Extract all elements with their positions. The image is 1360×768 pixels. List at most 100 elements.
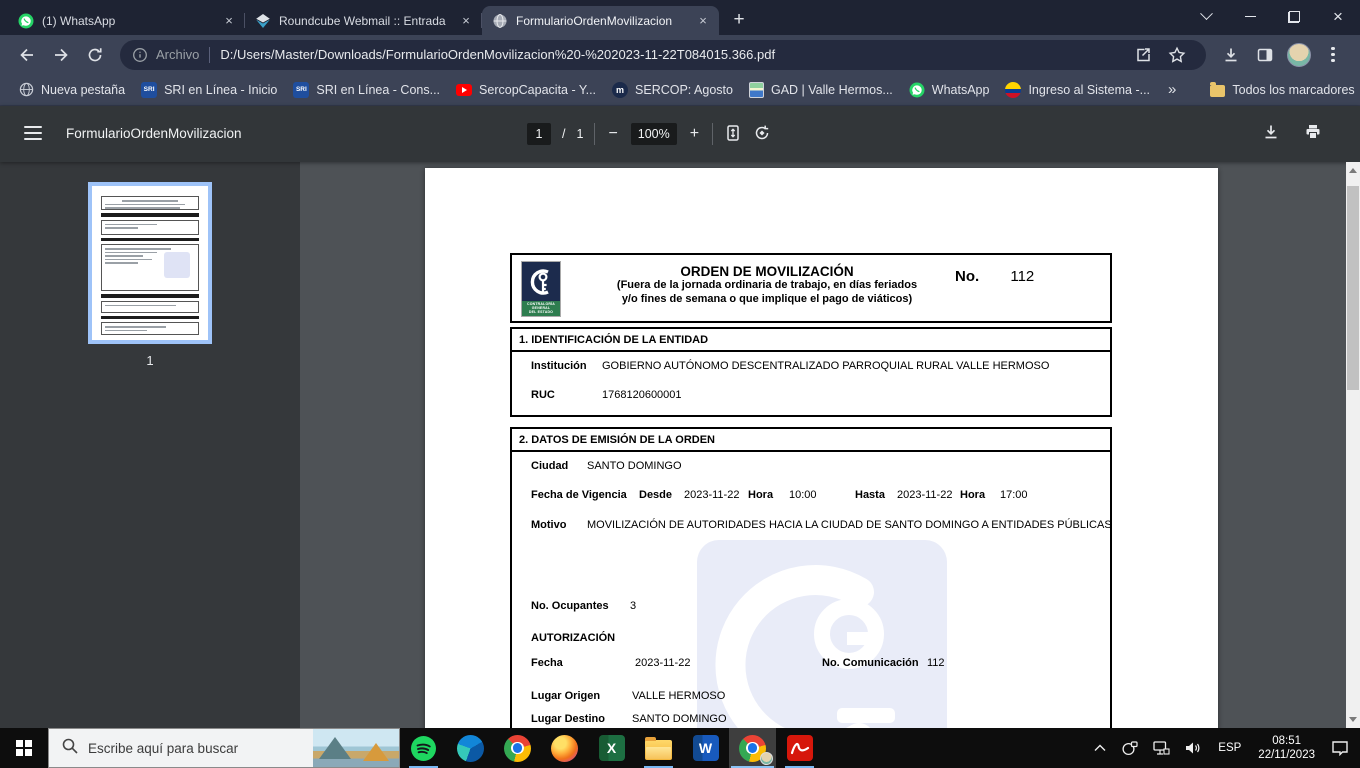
taskbar-word[interactable]: W <box>682 728 729 768</box>
rotate-button[interactable] <box>753 124 771 145</box>
taskbar-excel[interactable]: X <box>588 728 635 768</box>
vertical-scrollbar[interactable] <box>1346 162 1360 728</box>
thumbnail-page-number: 1 <box>0 353 300 368</box>
pdf-page-controls: 1 / 1 − 100% + <box>527 106 771 162</box>
pdf-content-area: 1 CONTRALORÍA GENERAL DEL ESTADO <box>0 162 1360 728</box>
tab-title: Roundcube Webmail :: Entrada <box>279 14 450 28</box>
bookmark-sri-inicio[interactable]: SRI SRI en Línea - Inicio <box>133 79 285 101</box>
bookmarks-overflow-button[interactable]: » <box>1158 81 1186 98</box>
taskbar-spotify[interactable] <box>400 728 447 768</box>
downloads-button[interactable] <box>1214 38 1248 72</box>
tray-volume-button[interactable] <box>1182 741 1205 755</box>
start-button[interactable] <box>0 728 48 768</box>
notification-bubble-icon <box>1331 740 1349 756</box>
field-label: Institución <box>531 360 602 372</box>
bookmark-nueva-pestana[interactable]: Nueva pestaña <box>10 79 133 101</box>
side-panel-button[interactable] <box>1248 38 1282 72</box>
bookmark-sercop-agosto[interactable]: m SERCOP: Agosto <box>604 79 741 101</box>
minimize-button[interactable] <box>1228 0 1272 33</box>
ocupantes-row: No. Ocupantes 3 <box>531 600 1104 612</box>
browser-toolbar: Archivo D:/Users/Master/Downloads/Formul… <box>0 35 1360 74</box>
pdf-page: CONTRALORÍA GENERAL DEL ESTADO ORDEN DE … <box>425 168 1218 728</box>
scrollbar-thumb[interactable] <box>1347 186 1359 390</box>
autorizacion-row: AUTORIZACIÓN <box>531 632 1104 644</box>
pdf-download-button[interactable] <box>1262 123 1280 146</box>
restore-button[interactable] <box>1272 0 1316 33</box>
zoom-level-input[interactable]: 100% <box>631 123 677 145</box>
zoom-in-button[interactable]: + <box>688 125 701 143</box>
back-button[interactable] <box>10 38 44 72</box>
taskbar-chrome-active-window[interactable] <box>729 728 776 768</box>
form-subtitle-line2: y/o fines de semana o que implique el pa… <box>572 293 962 307</box>
bookmark-label: SRI en Línea - Inicio <box>164 83 277 97</box>
edge-icon <box>457 735 484 762</box>
bookmark-label: SercopCapacita - Y... <box>479 83 596 97</box>
tab-close-button[interactable]: × <box>221 13 237 29</box>
action-center-button[interactable] <box>1328 740 1352 756</box>
bookmark-gad-valle-hermoso[interactable]: GAD | Valle Hermos... <box>741 79 901 101</box>
acrobat-icon <box>787 735 813 761</box>
reload-button[interactable] <box>78 38 112 72</box>
taskbar-acrobat[interactable] <box>776 728 823 768</box>
taskbar: Escribe aquí para buscar X W <box>0 728 1360 768</box>
new-tab-button[interactable]: + <box>725 6 753 34</box>
language-indicator[interactable]: ESP <box>1214 742 1245 754</box>
scroll-down-arrow-icon[interactable] <box>1349 717 1357 722</box>
field-label: Hora <box>748 489 789 501</box>
word-icon: W <box>693 735 719 761</box>
globe-icon <box>18 82 34 98</box>
forward-button[interactable] <box>44 38 78 72</box>
field-label: Desde <box>639 489 684 501</box>
tab-close-button[interactable]: × <box>458 13 474 29</box>
taskbar-file-explorer[interactable] <box>635 728 682 768</box>
form-number-value: 112 <box>1010 268 1034 285</box>
tab-roundcube[interactable]: Roundcube Webmail :: Entrada × <box>245 6 482 35</box>
tab-whatsapp[interactable]: (1) WhatsApp × <box>8 6 245 35</box>
profile-badge-icon <box>760 752 773 765</box>
bookmark-whatsapp[interactable]: WhatsApp <box>901 79 998 101</box>
tab-search-button[interactable] <box>1184 0 1228 33</box>
pdf-menu-button[interactable] <box>24 126 42 140</box>
taskbar-edge[interactable] <box>447 728 494 768</box>
tab-pdf-active[interactable]: FormularioOrdenMovilizacion × <box>482 6 719 35</box>
tray-expand-button[interactable] <box>1091 744 1109 752</box>
bookmark-ingreso-sistema[interactable]: Ingreso al Sistema -... <box>997 79 1158 101</box>
field-label: AUTORIZACIÓN <box>531 632 615 644</box>
url-text: D:/Users/Master/Downloads/FormularioOrde… <box>220 47 1126 62</box>
bookmark-star-button[interactable] <box>1160 38 1194 72</box>
page-thumbnail[interactable] <box>88 182 212 344</box>
taskbar-chrome[interactable] <box>494 728 541 768</box>
chevron-up-icon <box>1094 744 1106 752</box>
bookmark-label: Nueva pestaña <box>41 83 125 97</box>
taskbar-clock[interactable]: 08:51 22/11/2023 <box>1254 734 1319 762</box>
address-bar[interactable]: Archivo D:/Users/Master/Downloads/Formul… <box>120 40 1206 70</box>
bookmarks-bar: Nueva pestaña SRI SRI en Línea - Inicio … <box>0 74 1360 106</box>
institucion-row: Institución GOBIERNO AUTÓNOMO DESCENTRAL… <box>531 360 1104 372</box>
tray-meet-now-button[interactable] <box>1118 741 1141 756</box>
url-separator <box>209 47 210 63</box>
tray-network-button[interactable] <box>1150 741 1173 755</box>
pdf-print-button[interactable] <box>1304 123 1322 146</box>
browser-menu-button[interactable] <box>1316 38 1350 72</box>
search-box-image[interactable] <box>313 729 399 767</box>
bookmark-sri-consultas[interactable]: SRI SRI en Línea - Cons... <box>285 79 448 101</box>
taskbar-search[interactable]: Escribe aquí para buscar <box>48 728 400 768</box>
bookmark-sercopcapacita[interactable]: SercopCapacita - Y... <box>448 80 604 100</box>
cge-emblem-icon <box>522 262 560 301</box>
field-value: 2023-11-22 <box>684 489 748 501</box>
share-button[interactable] <box>1126 38 1160 72</box>
section-datos-emision: 2. DATOS DE EMISIÓN DE LA ORDEN Ciudad S… <box>510 427 1112 728</box>
profile-avatar[interactable] <box>1282 38 1316 72</box>
field-value: 2023-11-22 <box>897 489 960 501</box>
all-bookmarks-button[interactable]: Todos los marcadores <box>1202 80 1360 100</box>
taskbar-firefox[interactable] <box>541 728 588 768</box>
field-value: 2023-11-22 <box>635 657 822 669</box>
page-number-input[interactable]: 1 <box>527 123 551 145</box>
scroll-up-arrow-icon[interactable] <box>1349 168 1357 173</box>
zoom-out-button[interactable]: − <box>606 125 619 143</box>
close-window-button[interactable]: × <box>1316 0 1360 33</box>
tab-close-button[interactable]: × <box>695 13 711 29</box>
form-number-label: No. <box>955 268 979 285</box>
avatar <box>1287 43 1311 67</box>
fit-page-button[interactable] <box>724 124 742 145</box>
